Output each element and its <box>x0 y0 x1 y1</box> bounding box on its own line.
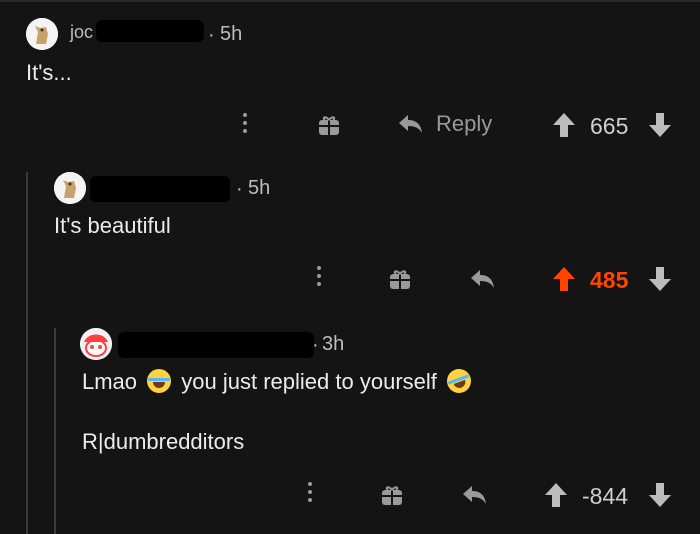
comment-dot: · <box>236 178 243 200</box>
avatar[interactable] <box>54 172 86 204</box>
more-options-icon[interactable] <box>308 482 312 502</box>
username-redaction <box>118 332 314 358</box>
downvote-icon[interactable] <box>648 112 672 143</box>
avatar[interactable] <box>80 328 112 360</box>
dog-avatar-icon <box>26 18 58 50</box>
comment-text-part1: Lmao <box>82 369 138 394</box>
downvote-icon[interactable] <box>648 266 672 297</box>
comment-text-part2: you just replied to yourself <box>181 369 437 394</box>
reply-button[interactable]: Reply <box>398 111 492 137</box>
vote-score: -844 <box>582 483 629 509</box>
username-redaction <box>90 176 230 202</box>
snoo-avatar-icon <box>80 328 112 360</box>
upvote-icon[interactable] <box>552 112 576 143</box>
thread-line-level2[interactable] <box>54 328 56 534</box>
username[interactable]: joc <box>70 22 93 43</box>
comment-text: It's beautiful <box>54 213 171 238</box>
comment-age: 3h <box>322 333 345 355</box>
vote-score: 485 <box>590 267 629 293</box>
tears-of-joy-emoji-icon <box>147 369 172 393</box>
comment-text: It's... <box>26 60 72 85</box>
more-options-icon[interactable] <box>317 266 321 286</box>
vote-score: 665 <box>590 113 629 139</box>
username-redaction <box>96 20 204 42</box>
upvote-icon-active[interactable] <box>552 266 576 297</box>
more-options-icon[interactable] <box>243 113 247 133</box>
reply-label: Reply <box>436 111 493 136</box>
top-divider <box>0 0 700 2</box>
award-icon[interactable] <box>380 483 404 512</box>
dog-avatar-icon <box>54 172 86 204</box>
comment-text-line2: R|dumbredditors <box>82 429 245 454</box>
avatar[interactable] <box>26 18 58 50</box>
comment-dot: · <box>312 334 319 356</box>
award-icon[interactable] <box>317 113 341 142</box>
rolling-laughing-emoji-icon <box>443 365 475 397</box>
comment-text: Lmao you just replied to yourself <box>82 365 475 397</box>
reply-icon[interactable] <box>462 483 488 512</box>
award-icon[interactable] <box>388 267 412 296</box>
downvote-icon[interactable] <box>648 482 672 513</box>
comment-dot: · <box>208 24 215 46</box>
thread-line-level1[interactable] <box>26 172 28 534</box>
reply-icon[interactable] <box>470 267 496 296</box>
upvote-icon[interactable] <box>544 482 568 513</box>
comment-age: 5h <box>220 23 243 45</box>
comment-age: 5h <box>248 177 271 199</box>
reply-icon <box>399 115 422 133</box>
